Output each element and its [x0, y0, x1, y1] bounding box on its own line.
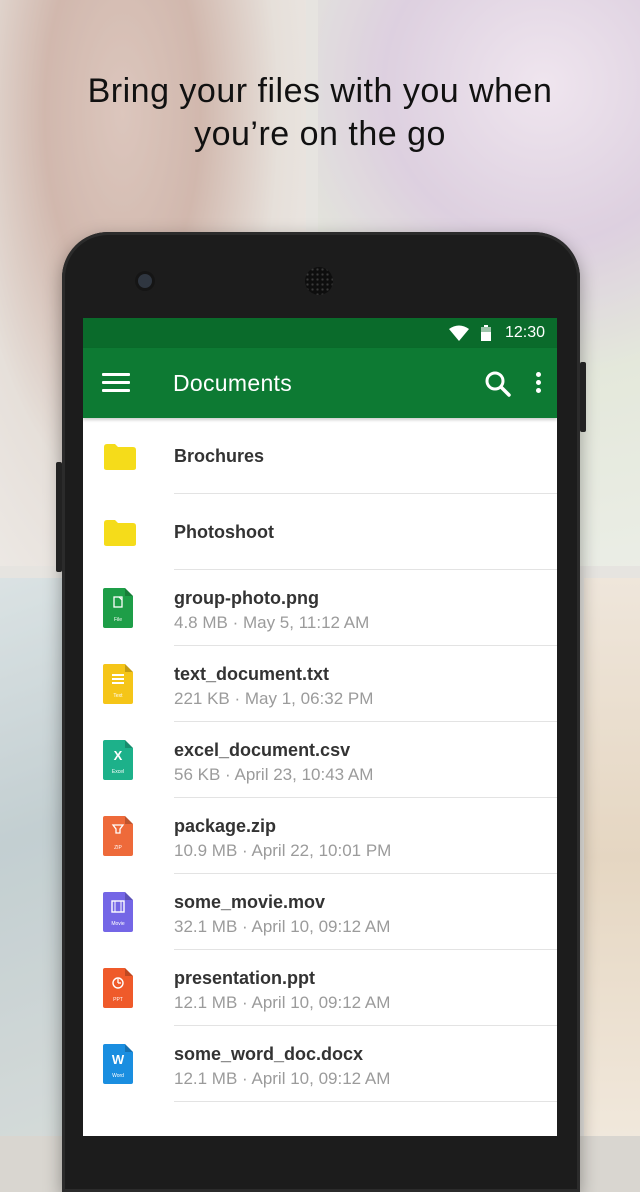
folder-icon — [104, 520, 136, 546]
file-name: some_movie.mov — [174, 892, 326, 912]
file-meta: 10.9 MB · April 22, 10:01 PM — [174, 841, 392, 860]
file-type-label: Text — [113, 693, 123, 699]
folder-row[interactable]: Photoshoot — [83, 494, 557, 570]
folder-name: Photoshoot — [174, 522, 274, 542]
search-icon[interactable] — [485, 371, 511, 397]
file-meta: 32.1 MB · April 10, 09:12 AM — [174, 917, 391, 936]
file-list: Brochures Photoshoot File group-photo.png 4.… — [83, 418, 557, 1102]
file-meta: 56 KB · April 23, 10:43 AM — [174, 765, 374, 784]
file-row[interactable]: ZIP package.zip 10.9 MB · April 22, 10:01 … — [83, 798, 557, 874]
front-camera — [138, 274, 152, 288]
row-divider — [174, 1101, 557, 1102]
file-name: excel_document.csv — [174, 740, 351, 760]
status-bar: 12:30 — [83, 318, 557, 348]
file-row[interactable]: Text text_document.txt 221 KB · May 1, 06:… — [83, 646, 557, 722]
file-type-label: Movie — [111, 921, 125, 927]
file-type-label: ZIP — [114, 845, 122, 851]
file-name: some_word_doc.docx — [174, 1044, 364, 1064]
movie-file-icon: Movie — [103, 892, 133, 932]
excel-file-icon: X Excel — [103, 740, 133, 780]
menu-icon[interactable] — [102, 373, 130, 393]
file-type-label: PPT — [113, 997, 123, 1003]
file-row[interactable]: PPT presentation.ppt 12.1 MB · April 10, 0… — [83, 950, 557, 1026]
file-meta: 12.1 MB · April 10, 09:12 AM — [174, 993, 391, 1012]
svg-text:X: X — [114, 748, 123, 763]
headline-line-2: you’re on the go — [194, 115, 446, 153]
folder-row[interactable]: Brochures — [83, 418, 557, 494]
more-vert-icon[interactable] — [531, 372, 545, 396]
file-name: presentation.ppt — [174, 968, 316, 988]
file-name: text_document.txt — [174, 664, 330, 684]
status-time: 12:30 — [504, 324, 545, 341]
earpiece-speaker — [305, 267, 333, 295]
folder-name: Brochures — [174, 446, 265, 466]
folder-icon — [104, 444, 136, 470]
headline-line-1: Bring your files with you when — [87, 72, 553, 110]
file-row[interactable]: X Excel excel_document.csv 56 KB · April 23… — [83, 722, 557, 798]
word-file-icon: W Word — [103, 1044, 133, 1084]
wifi-icon — [448, 325, 469, 341]
ppt-file-icon: PPT — [103, 968, 133, 1008]
file-meta: 12.1 MB · April 10, 09:12 AM — [174, 1069, 391, 1088]
file-row[interactable]: W Word some_word_doc.docx 12.1 MB · April 1… — [83, 1026, 557, 1102]
file-name: package.zip — [174, 816, 277, 836]
promo-headline: Bring your files with you when you’re on… — [0, 70, 640, 156]
file-type-label: Word — [112, 1073, 124, 1079]
power-button — [580, 362, 586, 432]
image-file-icon: File — [103, 588, 133, 628]
battery-icon — [480, 325, 491, 341]
app-toolbar: Documents — [83, 348, 557, 418]
phone-screen: 12:30 Documents Brochures Photoshoot File g… — [83, 318, 557, 1136]
svg-text:W: W — [112, 1052, 125, 1067]
file-type-label: File — [114, 617, 122, 623]
toolbar-title: Documents — [173, 370, 293, 396]
text-file-icon: Text — [103, 664, 133, 704]
volume-button — [56, 462, 62, 572]
file-type-label: Excel — [112, 769, 124, 775]
file-meta: 4.8 MB · May 5, 11:12 AM — [174, 613, 370, 632]
zip-file-icon: ZIP — [103, 816, 133, 856]
file-name: group-photo.png — [174, 588, 319, 608]
file-meta: 221 KB · May 1, 06:32 PM — [174, 689, 374, 708]
file-row[interactable]: File group-photo.png 4.8 MB · May 5, 11:12… — [83, 570, 557, 646]
file-row[interactable]: Movie some_movie.mov 32.1 MB · April 10, 0… — [83, 874, 557, 950]
